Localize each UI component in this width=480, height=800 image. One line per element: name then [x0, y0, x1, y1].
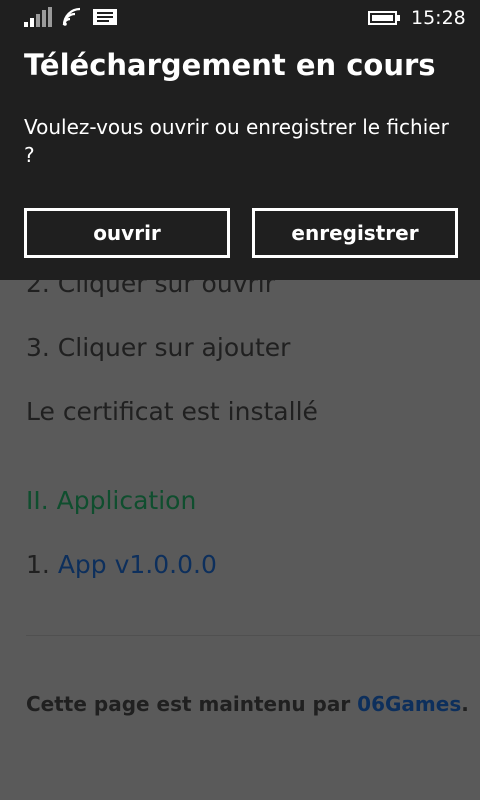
certificate-installed-text: Le certificat est installé	[26, 397, 318, 426]
app-list-item: 1. App v1.0.0.0	[26, 550, 217, 579]
open-button[interactable]: ouvrir	[24, 208, 230, 258]
dialog-title: Téléchargement en cours	[24, 48, 436, 82]
footer-text: Cette page est maintenu par 06Games.	[26, 692, 469, 716]
footer-suffix: .	[461, 692, 469, 716]
signal-icon	[24, 7, 52, 27]
status-icons	[24, 7, 118, 27]
download-dialog: 15:28 Téléchargement en cours Voulez-vou…	[0, 0, 480, 280]
dialog-message: Voulez-vous ouvrir ou enregistrer le fic…	[24, 115, 449, 167]
clock: 15:28	[411, 7, 466, 29]
app-download-link[interactable]: App v1.0.0.0	[58, 550, 217, 579]
battery-icon	[368, 11, 400, 25]
footer-link-06games[interactable]: 06Games	[357, 692, 461, 716]
message-icon	[92, 7, 118, 27]
step-3-text: 3. Cliquer sur ajouter	[26, 333, 291, 362]
save-button[interactable]: enregistrer	[252, 208, 458, 258]
app-item-number: 1.	[26, 550, 58, 579]
footer-prefix: Cette page est maintenu par	[26, 692, 358, 716]
wifi-icon	[62, 7, 82, 27]
divider	[26, 635, 480, 636]
status-bar: 15:28	[0, 0, 480, 34]
application-section-title: II. Application	[26, 486, 197, 515]
